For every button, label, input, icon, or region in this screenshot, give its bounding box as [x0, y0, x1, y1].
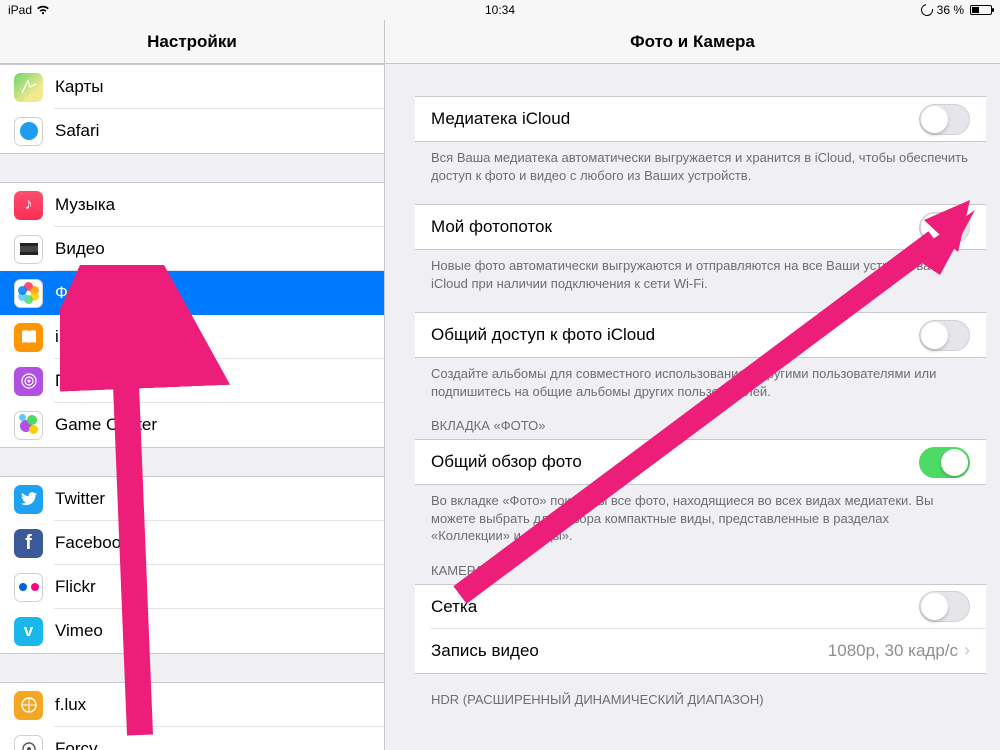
row-summarize[interactable]: Общий обзор фото	[415, 440, 986, 484]
sidebar-item-vimeo[interactable]: v Vimeo	[0, 609, 384, 653]
music-icon: ♪	[14, 191, 43, 220]
row-label: Мой фотопоток	[431, 217, 919, 237]
twitter-icon	[14, 485, 43, 514]
facebook-icon: f	[14, 529, 43, 558]
row-value: 1080p, 30 кадр/с	[828, 641, 958, 661]
settings-sidebar: Настройки Карты Safari ♪ Музыка	[0, 20, 385, 750]
chevron-right-icon: ›	[964, 640, 970, 661]
sidebar-title: Настройки	[0, 20, 384, 64]
sidebar-item-video[interactable]: Видео	[0, 227, 384, 271]
toggle-icloud-library[interactable]	[919, 104, 970, 135]
video-icon	[14, 235, 43, 264]
section-header: HDR (РАСШИРЕННЫЙ ДИНАМИЧЕСКИЙ ДИАПАЗОН)	[415, 674, 986, 713]
row-icloud-library[interactable]: Медиатека iCloud	[415, 97, 986, 141]
safari-icon	[14, 117, 43, 146]
sidebar-item-flickr[interactable]: Flickr	[0, 565, 384, 609]
section-footer: Во вкладке «Фото» показаны все фото, нах…	[415, 485, 986, 545]
sidebar-item-label: Подкасты	[55, 371, 370, 391]
ibooks-icon	[14, 323, 43, 352]
flickr-icon	[14, 573, 43, 602]
sidebar-item-photos[interactable]: Фото и Камера	[0, 271, 384, 315]
vimeo-icon: v	[14, 617, 43, 646]
device-label: iPad	[8, 3, 32, 17]
sidebar-item-forcy[interactable]: Forcy	[0, 727, 384, 750]
sidebar-item-label: Vimeo	[55, 621, 370, 641]
row-label: Общий доступ к фото iCloud	[431, 325, 919, 345]
sidebar-item-label: Twitter	[55, 489, 370, 509]
flux-icon	[14, 691, 43, 720]
row-label: Медиатека iCloud	[431, 109, 919, 129]
section-header: ВКЛАДКА «ФОТО»	[415, 400, 986, 439]
row-label: Общий обзор фото	[431, 452, 919, 472]
sidebar-item-label: Карты	[55, 77, 370, 97]
row-record-video[interactable]: Запись видео 1080p, 30 кадр/с ›	[415, 629, 986, 673]
sidebar-item-label: Flickr	[55, 577, 370, 597]
section-footer: Создайте альбомы для совместного использ…	[415, 358, 986, 400]
section-footer: Новые фото автоматически выгружаются и о…	[415, 250, 986, 292]
photos-icon	[14, 279, 43, 308]
sync-icon	[918, 2, 935, 19]
maps-icon	[14, 73, 43, 102]
section-footer: Вся Ваша медиатека автоматически выгружа…	[415, 142, 986, 184]
detail-pane: Фото и Камера Медиатека iCloud Вся Ваша …	[385, 20, 1000, 750]
row-label: Сетка	[431, 597, 919, 617]
sidebar-item-music[interactable]: ♪ Музыка	[0, 183, 384, 227]
sidebar-item-label: Safari	[55, 121, 370, 141]
sidebar-item-label: f.lux	[55, 695, 370, 715]
podcasts-icon	[14, 367, 43, 396]
row-label: Запись видео	[431, 641, 828, 661]
wifi-icon	[36, 5, 50, 15]
section-header: КАМЕРА	[415, 545, 986, 584]
sidebar-item-ibooks[interactable]: iBooks	[0, 315, 384, 359]
sidebar-item-twitter[interactable]: Twitter	[0, 477, 384, 521]
sidebar-item-label: Game Center	[55, 415, 370, 435]
sidebar-item-label: Facebook	[55, 533, 370, 553]
toggle-photostream[interactable]	[919, 212, 970, 243]
status-bar: iPad 10:34 36 %	[0, 0, 1000, 20]
sidebar-item-podcasts[interactable]: Подкасты	[0, 359, 384, 403]
sidebar-item-label: iBooks	[55, 327, 370, 347]
sidebar-item-label: Видео	[55, 239, 370, 259]
battery-icon	[970, 5, 992, 15]
gamecenter-icon	[14, 411, 43, 440]
sidebar-item-flux[interactable]: f.lux	[0, 683, 384, 727]
toggle-icloud-sharing[interactable]	[919, 320, 970, 351]
sidebar-item-facebook[interactable]: f Facebook	[0, 521, 384, 565]
sidebar-item-label: Forcy	[55, 739, 370, 750]
sidebar-item-safari[interactable]: Safari	[0, 109, 384, 153]
battery-percent: 36 %	[937, 3, 964, 17]
sidebar-item-label: Фото и Камера	[55, 283, 370, 303]
toggle-grid[interactable]	[919, 591, 970, 622]
row-icloud-sharing[interactable]: Общий доступ к фото iCloud	[415, 313, 986, 357]
row-grid[interactable]: Сетка	[415, 585, 986, 629]
sidebar-item-maps[interactable]: Карты	[0, 65, 384, 109]
row-photostream[interactable]: Мой фотопоток	[415, 205, 986, 249]
sidebar-item-gamecenter[interactable]: Game Center	[0, 403, 384, 447]
toggle-summarize[interactable]	[919, 447, 970, 478]
detail-title: Фото и Камера	[385, 20, 1000, 64]
forcy-icon	[14, 735, 43, 750]
sidebar-item-label: Музыка	[55, 195, 370, 215]
clock: 10:34	[485, 3, 515, 17]
